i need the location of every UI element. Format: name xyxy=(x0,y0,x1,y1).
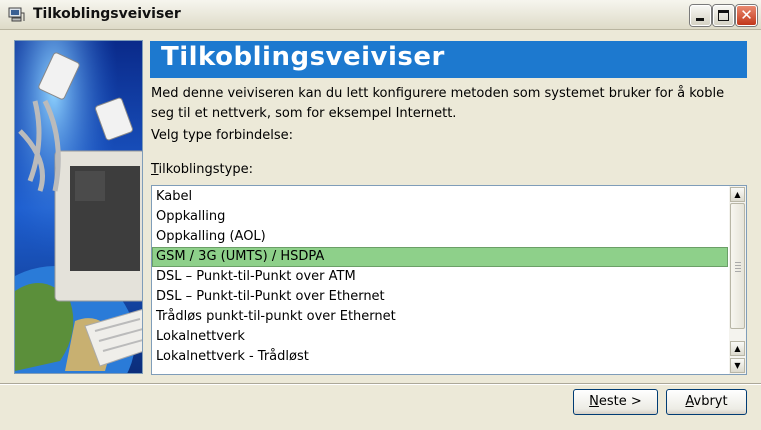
next-button-label: este > xyxy=(598,394,642,409)
scroll-up-button-lower[interactable]: ▲ xyxy=(730,341,745,356)
list-item[interactable]: DSL – Punkt-til-Punkt over ATM xyxy=(152,267,728,287)
list-items-container: Kabel Oppkalling Oppkalling (AOL) GSM / 3G … xyxy=(152,187,728,367)
connection-type-label-rest: ilkoblingstype: xyxy=(158,162,253,177)
list-item[interactable]: GSM / 3G (UMTS) / HSDPA xyxy=(152,247,728,267)
page-title: Tilkoblingsveiviser xyxy=(161,42,445,72)
list-item[interactable]: Lokalnettverk xyxy=(152,327,728,347)
maximize-icon xyxy=(718,10,729,21)
close-button[interactable]: ✕ xyxy=(736,5,757,26)
list-item[interactable]: Lokalnettverk - Trådløst xyxy=(152,347,728,367)
connection-prompt: Velg type forbindelse: xyxy=(151,128,294,143)
minimize-icon xyxy=(696,18,704,21)
cancel-button-label: vbryt xyxy=(693,394,728,409)
window-title: Tilkoblingsveiviser xyxy=(33,6,181,22)
computer-network-illustration xyxy=(15,41,142,373)
scroll-down-icon: ▼ xyxy=(734,361,741,370)
connection-type-list[interactable]: Kabel Oppkalling Oppkalling (AOL) GSM / 3G … xyxy=(151,185,747,375)
grip-icon xyxy=(735,262,741,272)
connection-type-label: Tilkoblingstype: xyxy=(151,162,253,177)
list-item[interactable]: Kabel xyxy=(152,187,728,207)
list-item[interactable]: Oppkalling (AOL) xyxy=(152,227,728,247)
scroll-up-icon: ▲ xyxy=(734,190,741,199)
list-item[interactable]: Trådløs punkt-til-punkt over Ethernet xyxy=(152,307,728,327)
title-bar: Tilkoblingsveiviser ✕ xyxy=(0,0,761,30)
scroll-down-button[interactable]: ▼ xyxy=(730,358,745,373)
maximize-button[interactable] xyxy=(713,5,734,26)
network-computer-icon xyxy=(8,7,25,22)
cancel-button[interactable]: Avbryt xyxy=(666,389,747,415)
divider xyxy=(0,383,761,385)
connection-type-label-accel: T xyxy=(151,162,159,177)
minimize-button[interactable] xyxy=(690,5,711,26)
wizard-header: Tilkoblingsveiviser xyxy=(150,41,747,78)
cancel-button-accel: A xyxy=(685,394,694,409)
scroll-up-button[interactable]: ▲ xyxy=(730,187,745,202)
list-scrollbar[interactable]: ▲ ▲ ▼ xyxy=(729,186,746,374)
list-item[interactable]: Oppkalling xyxy=(152,207,728,227)
scroll-thumb[interactable] xyxy=(730,203,745,329)
list-item[interactable]: DSL – Punkt-til-Punkt over Ethernet xyxy=(152,287,728,307)
next-button-accel: N xyxy=(589,394,599,409)
next-button[interactable]: Neste > xyxy=(573,389,658,415)
wizard-side-image xyxy=(14,40,143,374)
intro-text: Med denne veiviseren kan du lett konfigu… xyxy=(151,86,725,121)
close-icon: ✕ xyxy=(740,6,753,24)
scroll-up-icon: ▲ xyxy=(734,344,741,353)
